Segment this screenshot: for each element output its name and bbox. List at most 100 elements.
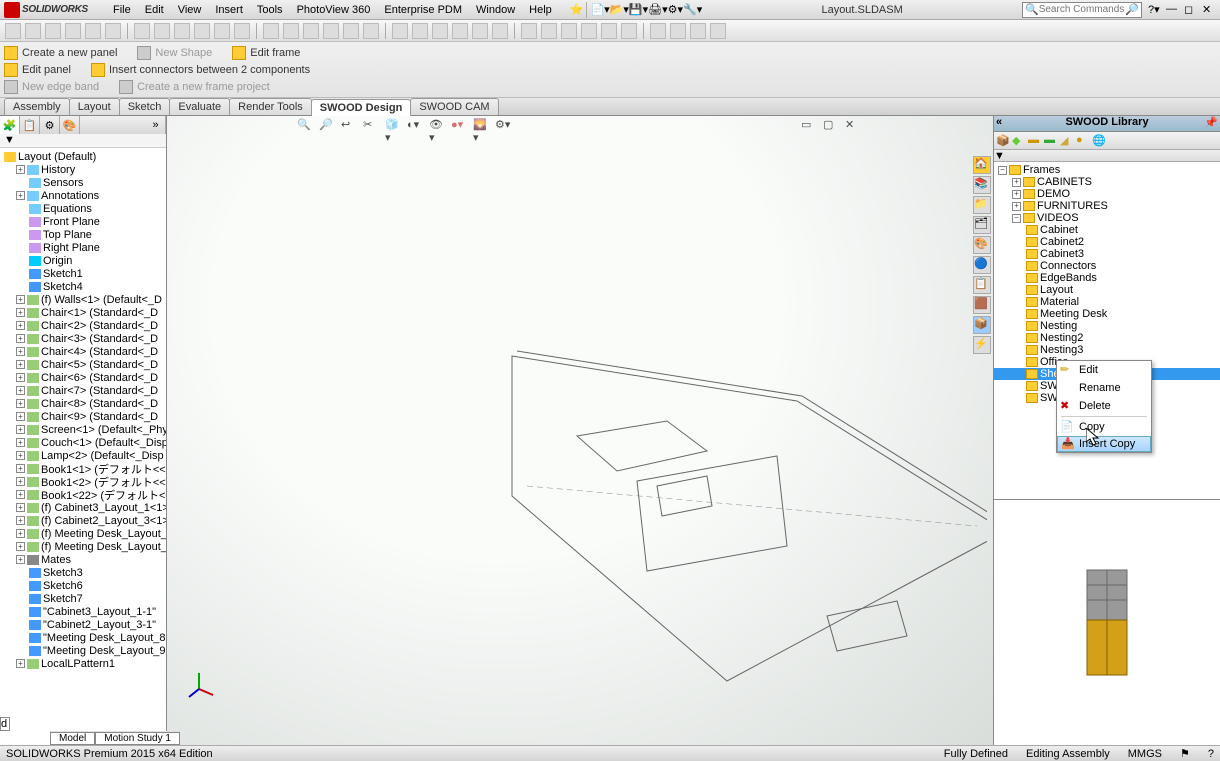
tree-item[interactable]: Sensors xyxy=(0,176,166,189)
expand-icon[interactable]: + xyxy=(16,295,25,304)
expand-icon[interactable]: + xyxy=(16,191,25,200)
tree-item[interactable]: + Book1<22> (デフォルト<<デフォルト>_ xyxy=(0,488,166,501)
menu-photoview-360[interactable]: PhotoView 360 xyxy=(291,2,377,18)
lib-item[interactable]: Connectors xyxy=(994,260,1220,272)
minimize-icon[interactable]: — xyxy=(1166,3,1180,17)
expand-icon[interactable]: + xyxy=(16,412,25,421)
toolbar-icon-19[interactable] xyxy=(412,23,428,39)
tree-item[interactable]: Sketch3 xyxy=(0,566,166,579)
expand-icon[interactable]: + xyxy=(16,360,25,369)
help-glyph-icon[interactable]: ⭐ xyxy=(570,3,584,16)
status-units[interactable]: MMGS xyxy=(1128,748,1162,760)
fm-tab-display[interactable]: 🎨 xyxy=(60,116,80,134)
bottom-tab-motion-study-1[interactable]: Motion Study 1 xyxy=(95,732,180,745)
search-go-icon[interactable]: 🔎 xyxy=(1125,3,1139,16)
tree-item[interactable]: Right Plane xyxy=(0,241,166,254)
expand-icon[interactable]: + xyxy=(1012,190,1021,199)
lib-material-icon[interactable]: ▬ xyxy=(1028,134,1042,148)
toolbar-icon-6[interactable] xyxy=(134,23,150,39)
new-doc-icon[interactable]: 📄▾ xyxy=(590,3,609,16)
library-filter-bar[interactable]: ▼ xyxy=(994,150,1220,162)
options-icon[interactable]: ⚙▾ xyxy=(668,3,683,16)
expand-icon[interactable]: + xyxy=(16,373,25,382)
lib-item[interactable]: − VIDEOS xyxy=(994,212,1220,224)
expand-icon[interactable]: + xyxy=(1012,178,1021,187)
home-icon[interactable]: 🏠 xyxy=(973,156,991,174)
print-icon[interactable]: 🖨▾ xyxy=(648,3,668,16)
expand-icon[interactable]: + xyxy=(16,451,25,460)
fm-collapse-icon[interactable]: » xyxy=(146,116,166,134)
tab-layout[interactable]: Layout xyxy=(69,98,120,115)
toolbar-icon-25[interactable] xyxy=(541,23,557,39)
expand-icon[interactable]: + xyxy=(16,542,25,551)
toolbar-icon-24[interactable] xyxy=(521,23,537,39)
tree-item[interactable]: + (f) Meeting Desk_Layout_9<1> (De xyxy=(0,540,166,553)
tree-item[interactable]: + Chair<1> (Standard<_D xyxy=(0,306,166,319)
cmd-create-a-new-panel[interactable]: Create a new panel xyxy=(4,46,117,60)
view-palette-icon[interactable]: 🎨 xyxy=(973,236,991,254)
toolbar-icon-0[interactable] xyxy=(5,23,21,39)
menu-delete[interactable]: ✖ Delete xyxy=(1057,397,1151,415)
search-commands[interactable]: 🔍 🔎 xyxy=(1022,2,1142,18)
menu-help[interactable]: Help xyxy=(523,2,558,18)
toolbar-icon-33[interactable] xyxy=(710,23,726,39)
tree-item[interactable]: Top Plane xyxy=(0,228,166,241)
toolbar-icon-18[interactable] xyxy=(392,23,408,39)
tab-sketch[interactable]: Sketch xyxy=(119,98,171,115)
expand-icon[interactable]: + xyxy=(16,386,25,395)
expand-icon[interactable]: + xyxy=(16,438,25,447)
tree-item[interactable]: + (f) Meeting Desk_Layout_8<1> (De xyxy=(0,527,166,540)
toolbar-icon-4[interactable] xyxy=(85,23,101,39)
save-icon[interactable]: 💾▾ xyxy=(629,3,648,16)
lib-item[interactable]: Nesting3 xyxy=(994,344,1220,356)
tree-item[interactable]: Equations xyxy=(0,202,166,215)
lib-globe-icon[interactable]: 🌐 xyxy=(1092,134,1106,148)
tree-item[interactable]: + Chair<4> (Standard<_D xyxy=(0,345,166,358)
tab-render-tools[interactable]: Render Tools xyxy=(229,98,312,115)
expand-icon[interactable]: + xyxy=(16,503,25,512)
toolbar-icon-3[interactable] xyxy=(65,23,81,39)
menu-view[interactable]: View xyxy=(172,2,208,18)
lib-item[interactable]: Nesting2 xyxy=(994,332,1220,344)
lib-item[interactable]: Nesting xyxy=(994,320,1220,332)
menu-copy[interactable]: 📄 Copy xyxy=(1057,418,1151,436)
lib-edge-icon[interactable]: ▬ xyxy=(1044,134,1058,148)
lib-panel-icon[interactable]: ◆ xyxy=(1012,134,1026,148)
expand-icon[interactable]: + xyxy=(16,477,25,486)
lib-pin-icon[interactable]: 📌 xyxy=(1204,116,1218,129)
close-icon[interactable]: ✕ xyxy=(1202,3,1216,17)
menu-insert[interactable]: Insert xyxy=(209,2,249,18)
expand-icon[interactable]: + xyxy=(16,516,25,525)
custom-props-icon[interactable]: 📋 xyxy=(973,276,991,294)
toolbar-icon-21[interactable] xyxy=(452,23,468,39)
tree-item[interactable]: + (f) Walls<1> (Default<_D xyxy=(0,293,166,306)
lib-root[interactable]: − Frames xyxy=(994,164,1220,176)
lib-frame-icon[interactable]: 📦 xyxy=(996,134,1010,148)
lib-item[interactable]: Cabinet2 xyxy=(994,236,1220,248)
rebuild-icon[interactable]: 🔧▾ xyxy=(683,3,702,16)
toolbar-icon-26[interactable] xyxy=(561,23,577,39)
toolbar-icon-10[interactable] xyxy=(214,23,230,39)
tree-item[interactable]: + Annotations xyxy=(0,189,166,202)
expand-icon[interactable]: + xyxy=(16,659,25,668)
maximize-icon[interactable]: ◻ xyxy=(1184,3,1198,17)
tree-item[interactable]: + (f) Cabinet2_Layout_3<1> (Default xyxy=(0,514,166,527)
lib-item[interactable]: Cabinet xyxy=(994,224,1220,236)
toolbar-icon-22[interactable] xyxy=(472,23,488,39)
lib-item[interactable]: + DEMO xyxy=(994,188,1220,200)
tab-swood-design[interactable]: SWOOD Design xyxy=(311,99,412,116)
tab-assembly[interactable]: Assembly xyxy=(4,98,70,115)
toolbar-icon-29[interactable] xyxy=(621,23,637,39)
design-lib-icon[interactable]: 📁 xyxy=(973,196,991,214)
bottom-tab-model[interactable]: Model xyxy=(50,732,95,745)
expand-icon[interactable]: + xyxy=(1012,202,1021,211)
search-input[interactable] xyxy=(1039,4,1126,15)
tree-item[interactable]: + Couch<1> (Default<_Disp xyxy=(0,436,166,449)
tree-item[interactable]: "Meeting Desk_Layout_9-1" xyxy=(0,644,166,657)
toolbar-icon-8[interactable] xyxy=(174,23,190,39)
menu-edit[interactable]: ✏ Edit xyxy=(1057,361,1151,379)
expand-icon[interactable]: − xyxy=(998,166,1007,175)
feature-filter[interactable]: ▼ xyxy=(0,134,166,148)
tree-item[interactable]: Front Plane xyxy=(0,215,166,228)
tree-item[interactable]: + Chair<9> (Standard<_D xyxy=(0,410,166,423)
